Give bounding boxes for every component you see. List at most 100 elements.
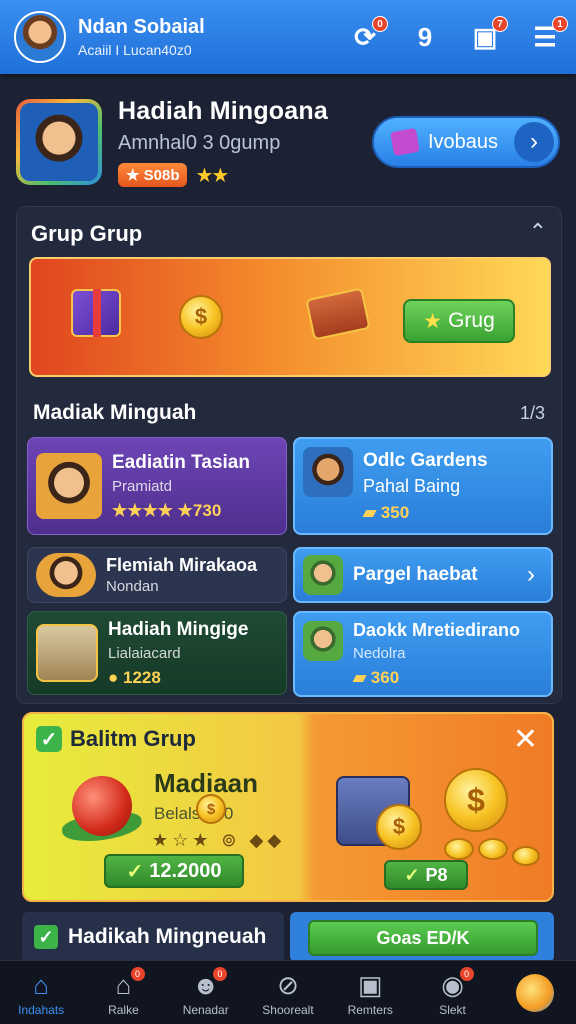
card-title: Eadiatin Tasian — [112, 451, 250, 473]
gift-box-icon — [71, 289, 121, 337]
rating-stars: ★★ — [195, 164, 229, 187]
card-subtitle: Pahal Baing — [363, 475, 461, 496]
weekly-card[interactable]: Flemiah Mirakaoa Nondan — [27, 547, 287, 603]
coin-icon: ▰ — [363, 502, 381, 522]
promo-label: Ivobaus — [428, 130, 499, 153]
chest-icon — [36, 624, 98, 682]
nav-item-ralke[interactable]: ⌂ 0 Ralke — [82, 961, 164, 1024]
coin-pill: ★ S08b — [118, 163, 188, 187]
checkbox-icon[interactable]: ✓ — [34, 925, 58, 949]
bottom-label-box: ✓ Hadikah Mingneuah — [22, 912, 284, 962]
card-title: Odlc Gardens — [363, 449, 488, 471]
card-title: Flemiah Mirakaoa — [106, 555, 258, 575]
card-value: ▰ 360 — [353, 668, 400, 687]
reward-stars: ★☆★ ⊚ ◆◆ — [152, 830, 286, 850]
house-icon: ⌂ — [115, 969, 132, 1000]
close-icon[interactable]: ✕ — [513, 722, 538, 757]
group-heading: Grup Grup — [31, 221, 143, 246]
user-avatar[interactable] — [14, 11, 66, 63]
coin-icon — [512, 846, 540, 866]
profile-subtitle: Amnhal0 3 0gump — [118, 131, 281, 154]
nav-item-profile[interactable] — [494, 961, 576, 1024]
reward-title: Balitm Grup — [70, 726, 196, 751]
nav-item-slekt[interactable]: ◉ 0 Slekt — [411, 961, 493, 1024]
card-subtitle: Nedolra — [353, 645, 406, 662]
check-icon: ✓ — [126, 860, 144, 883]
character-avatar — [303, 555, 343, 595]
character-avatar — [303, 447, 353, 497]
nav-badge: 0 — [130, 967, 145, 981]
check-icon: ✓ — [404, 864, 420, 885]
chevron-up-icon[interactable]: ⌃ — [529, 219, 547, 245]
card-value: ● 1228 — [108, 667, 161, 687]
pay-button[interactable]: ✓ P8 — [384, 860, 468, 890]
nav-item-shoorealt[interactable]: ⊘ Shoorealt — [247, 961, 329, 1024]
refresh-badge: 0 — [372, 16, 388, 32]
profile-avatar[interactable] — [16, 99, 102, 185]
nav-item-nenadar[interactable]: ☻ 0 Nenadar — [165, 961, 247, 1024]
menu-icon[interactable]: ☰ 1 — [528, 16, 568, 54]
user-subtitle: Acaiil I Lucan40z0 — [78, 42, 192, 58]
bottom-label: Hadikah Mingneuah — [68, 925, 267, 948]
nav-label: Shoorealt — [262, 1002, 314, 1017]
profile-ball-icon — [515, 973, 554, 1012]
treasure-chest-icon — [305, 287, 371, 341]
pay-label: P8 — [425, 864, 448, 885]
top-icons: ⟳ 0 9 ▣ 7 ☰ 1 — [348, 16, 568, 54]
clipboard-icon[interactable]: ▣ 7 — [468, 16, 508, 54]
checkbox-icon[interactable]: ✓ — [36, 726, 62, 752]
chevron-right-icon: › — [527, 561, 535, 588]
clipboard-badge: 7 — [492, 16, 508, 32]
weekly-card[interactable]: Pargel haebat › — [293, 547, 553, 603]
chevron-right-icon: › — [514, 122, 554, 162]
coin-icon — [478, 838, 508, 860]
top-bar: Ndan Sobaial Acaiil I Lucan40z0 ⟳ 0 9 ▣ 7 … — [0, 0, 576, 74]
refresh-icon[interactable]: ⟳ 0 — [348, 16, 388, 54]
menu-badge: 1 — [552, 16, 568, 32]
nav-label: Remters — [347, 1002, 393, 1017]
bottom-nav: ⌂ Indahats ⌂ 0 Ralke ☻ 0 Nenadar ⊘ Shoor… — [0, 960, 576, 1024]
nav-item-home[interactable]: ⌂ Indahats — [0, 961, 82, 1024]
coin-icon: $ — [196, 794, 226, 824]
user-name: Ndan Sobaial — [78, 16, 205, 38]
bottom-action-label: Goas ED/K — [376, 927, 470, 948]
group-banner: $ ★ Grug — [29, 257, 551, 377]
coin-icon: ● — [108, 667, 123, 687]
group-button[interactable]: ★ Grug — [403, 299, 515, 343]
weekly-card[interactable]: Hadiah Mingige Lialaiacard ● 1228 — [27, 611, 287, 695]
coin-icon: $ — [444, 768, 508, 832]
card-title: Daokk Mretiedirano — [353, 620, 521, 640]
card-subtitle: Lialaiacard — [108, 644, 181, 662]
coin-icon: ▰ — [353, 668, 371, 687]
card-subtitle: Nondan — [106, 578, 159, 595]
profile-info: Hadiah Mingoana Amnhal0 3 0gump ★ S08b ★… — [118, 97, 328, 188]
gift-icon — [390, 127, 420, 157]
bottom-row: ✓ Hadikah Mingneuah Goas ED/K — [22, 912, 554, 962]
bottom-action-box: Goas ED/K — [290, 912, 554, 962]
nav-badge: 0 — [212, 967, 227, 981]
user-info: Ndan Sobaial Acaiil I Lucan40z0 — [78, 16, 205, 58]
nav-label: Slekt — [439, 1002, 466, 1017]
card-subtitle: Pramiatd — [112, 477, 173, 495]
home-icon: ⌂ — [33, 969, 49, 1000]
group-panel: Grup Grup ⌃ $ ★ Grug Madiak Minguah 1/3 … — [16, 206, 562, 704]
card-value: ▰ 350 — [363, 502, 410, 522]
character-avatar — [36, 453, 102, 519]
character-avatar — [36, 553, 96, 597]
nav-item-remters[interactable]: ▣ Remters — [329, 961, 411, 1024]
location-icon[interactable]: 9 — [408, 20, 442, 54]
bottom-action-button[interactable]: Goas ED/K — [308, 920, 538, 956]
reward-amount-button[interactable]: ✓ 12.2000 — [104, 854, 244, 888]
promo-button[interactable]: Ivobaus › — [372, 116, 560, 168]
weekly-card[interactable]: Daokk Mretiedirano Nedolra ▰ 360 — [293, 611, 553, 697]
weekly-heading: Madiak Minguah — [33, 401, 197, 424]
coin-icon — [444, 838, 474, 860]
compass-icon: ⊘ — [277, 969, 299, 1000]
weekly-count: 1/3 — [519, 403, 545, 423]
reward-amount: 12.2000 — [149, 859, 222, 882]
card-title: Pargel haebat — [353, 564, 478, 585]
coin-icon: $ — [376, 804, 422, 850]
weekly-card[interactable]: Eadiatin Tasian Pramiatd ★★★★ ★730 — [27, 437, 287, 535]
nav-badge: 0 — [459, 967, 474, 981]
weekly-card[interactable]: Odlc Gardens Pahal Baing ▰ 350 — [293, 437, 553, 535]
